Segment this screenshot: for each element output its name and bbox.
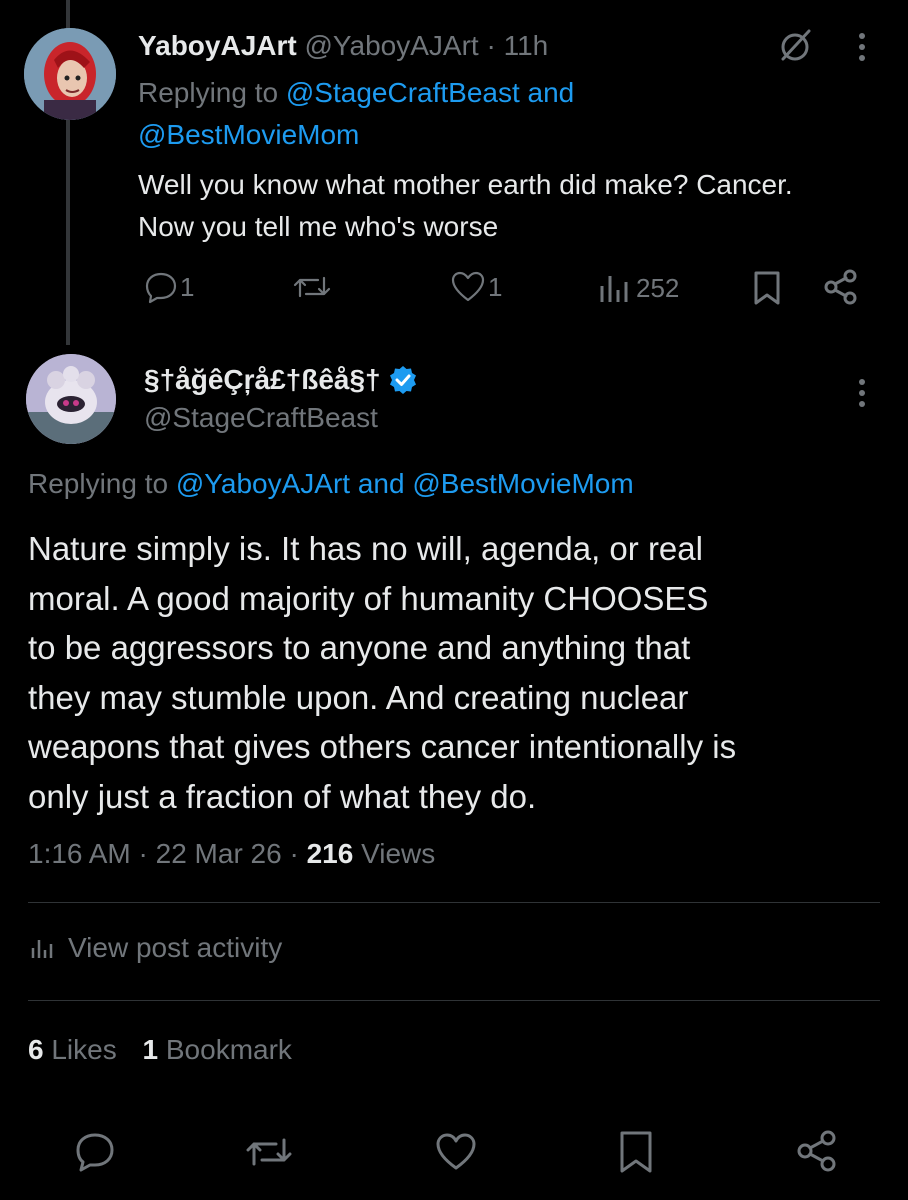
tweet-text-line: to be aggressors to anyone and anything … (28, 629, 691, 666)
timestamp[interactable]: 11h (504, 30, 549, 61)
share-icon (797, 1130, 836, 1172)
views-button[interactable]: 252 (598, 272, 679, 304)
display-name[interactable]: YaboyAJArt (138, 30, 297, 61)
engagement-counts: 6 Likes 1 Bookmark (28, 1034, 292, 1066)
main-name-row: §†åğêÇŗå£†ßêå§† (144, 364, 419, 396)
reply-button[interactable]: 1 (144, 270, 194, 304)
divider (28, 902, 880, 903)
like-button[interactable] (434, 1132, 478, 1172)
reply-button[interactable] (74, 1130, 116, 1172)
analytics-icon (31, 940, 53, 958)
display-name[interactable]: §†åğêÇŗå£†ßêå§† (144, 364, 381, 396)
avatar-yaboyajart[interactable] (24, 28, 116, 120)
mention-link[interactable]: @YaboyAJArt and @BestMovieMom (176, 468, 634, 499)
replying-prefix: Replying to (138, 77, 279, 108)
like-button[interactable]: 1 (450, 270, 502, 304)
reply-icon (76, 1133, 114, 1172)
views-label: Views (361, 838, 436, 869)
reply-text: Well you know what mother earth did make… (138, 164, 793, 248)
handle[interactable]: @StageCraftBeast (144, 402, 378, 434)
replying-to: Replying to @StageCraftBeast and @BestMo… (138, 72, 574, 156)
tweet-text-line: weapons that gives others cancer intenti… (28, 728, 737, 765)
view-post-activity-label: View post activity (68, 932, 283, 963)
replying-prefix: Replying to (28, 468, 169, 499)
like-icon (451, 271, 485, 302)
tweet-metadata: 1:16 AM · 22 Mar 26 · 216 Views (28, 838, 435, 870)
bookmark-button[interactable] (618, 1130, 654, 1174)
handle[interactable]: @YaboyAJArt (305, 30, 479, 61)
avatar-stagecraftbeast[interactable] (26, 354, 116, 444)
reply-icon (145, 272, 177, 304)
likes-link[interactable]: 6 Likes (28, 1034, 125, 1065)
tweet-text-line: Nature simply is. It has no will, agenda… (28, 530, 703, 567)
separator: · (486, 30, 496, 61)
repost-button[interactable] (244, 1132, 294, 1172)
tweet-time[interactable]: 1:16 AM (28, 838, 131, 869)
grok-icon[interactable] (776, 26, 816, 66)
share-icon (824, 269, 857, 305)
reply-header: YaboyAJArt @YaboyAJArt · 11h (138, 30, 548, 62)
mention-link[interactable]: @StageCraftBeast and (286, 77, 574, 108)
divider (28, 1000, 880, 1001)
separator: · (138, 838, 148, 869)
likes-label: Likes (51, 1034, 117, 1065)
bookmarks-count: 1 (142, 1034, 159, 1065)
more-icon[interactable] (852, 30, 872, 66)
share-button[interactable] (794, 1128, 840, 1174)
repost-icon (246, 1138, 292, 1166)
like-icon (436, 1133, 476, 1170)
reply-text-line: Well you know what mother earth did make… (138, 169, 793, 200)
reply-text-line: Now you tell me who's worse (138, 211, 499, 242)
likes-count: 6 (28, 1034, 44, 1065)
tweet-text-line: moral. A good majority of humanity CHOOS… (28, 579, 709, 617)
views-count: 216 (306, 838, 354, 869)
like-count: 1 (488, 271, 503, 302)
tweet-text-line: they may stumble upon. And creating nucl… (28, 678, 689, 716)
tweet-text-line: only just a fraction of what they do. (28, 777, 537, 815)
replying-to: Replying to @YaboyAJArt and @BestMovieMo… (28, 468, 634, 500)
bookmark-icon (620, 1131, 652, 1173)
bookmarks-link[interactable]: 1 Bookmark (143, 1034, 292, 1065)
view-post-activity-link[interactable]: View post activity (30, 932, 282, 964)
views-count: 252 (636, 272, 680, 303)
more-icon[interactable] (852, 376, 872, 412)
tweet-date[interactable]: 22 Mar 26 (156, 838, 282, 869)
main-tweet-text: Nature simply is. It has no will, agenda… (28, 524, 736, 821)
views-icon (600, 276, 628, 302)
bookmark-icon (754, 271, 780, 305)
separator: · (289, 838, 299, 869)
mention-link[interactable]: @BestMovieMom (138, 119, 359, 150)
repost-icon (293, 276, 331, 298)
reply-count: 1 (180, 271, 195, 302)
repost-button[interactable] (292, 270, 332, 304)
bookmarks-label: Bookmark (165, 1034, 292, 1065)
share-button[interactable] (822, 268, 860, 306)
bookmark-button[interactable] (752, 270, 782, 306)
verified-badge-icon (389, 366, 416, 394)
